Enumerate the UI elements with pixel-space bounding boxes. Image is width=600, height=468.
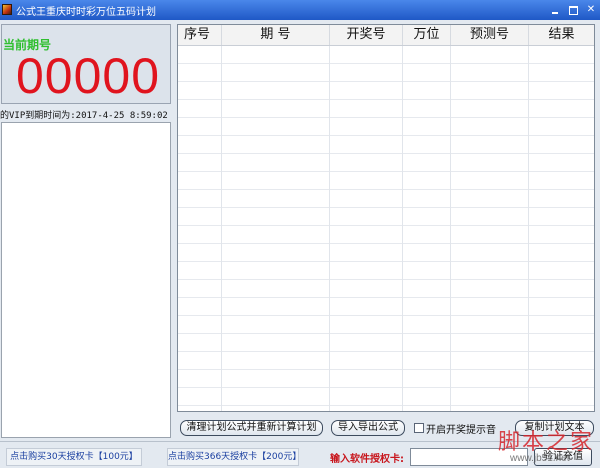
auth-card-label: 输入软件授权卡:: [330, 454, 404, 465]
column-header-draw-number[interactable]: 开奖号: [330, 25, 403, 45]
maximize-icon[interactable]: [566, 3, 580, 16]
table-column: [222, 46, 330, 411]
close-icon[interactable]: ✕: [584, 3, 598, 16]
buy-366-day-card-link[interactable]: 点击购买366天授权卡【200元】: [167, 448, 301, 466]
column-header-index[interactable]: 序号: [178, 25, 222, 45]
buy-30-day-card-link[interactable]: 点击购买30天授权卡【100元】: [6, 448, 142, 466]
current-issue-number: 00000: [16, 48, 161, 104]
current-issue-panel: 当前期号 00000: [1, 24, 171, 104]
draw-sound-checkbox[interactable]: [414, 423, 424, 433]
left-list-panel[interactable]: [1, 122, 171, 438]
draw-sound-label[interactable]: 开启开奖提示音: [426, 421, 496, 436]
column-header-ten-thousands[interactable]: 万位: [403, 25, 451, 45]
auth-card-input[interactable]: [410, 448, 528, 466]
recalculate-plan-button[interactable]: 清理计划公式并重新计算计划: [180, 420, 323, 436]
table-column: [529, 46, 594, 411]
import-export-formula-button[interactable]: 导入导出公式: [331, 420, 405, 436]
window-title: 公式王重庆时时彩万位五码计划: [16, 7, 156, 18]
table-body: [178, 46, 594, 411]
column-header-result[interactable]: 结果: [529, 25, 594, 45]
table-column: [451, 46, 529, 411]
app-icon: [2, 4, 12, 15]
vip-expiry-text: 的VIP到期时间为:2017-4-25 8:59:02: [0, 111, 168, 121]
minimize-icon[interactable]: [548, 3, 562, 16]
copy-plan-text-button[interactable]: 复制计划文本: [515, 420, 594, 436]
title-bar: 公式王重庆时时彩万位五码计划 ✕: [0, 0, 600, 20]
table-column: [330, 46, 403, 411]
footer-divider: [0, 441, 600, 442]
table-column: [178, 46, 222, 411]
column-header-prediction[interactable]: 预测号: [451, 25, 529, 45]
verify-recharge-button[interactable]: 验证充值: [534, 448, 592, 466]
table-header: 序号 期 号 开奖号 万位 预测号 结果: [178, 25, 594, 46]
plan-table[interactable]: 序号 期 号 开奖号 万位 预测号 结果: [177, 24, 595, 412]
column-header-issue[interactable]: 期 号: [222, 25, 330, 45]
app-window: 公式王重庆时时彩万位五码计划 ✕ 当前期号 00000 的VIP到期时间为:20…: [0, 0, 600, 468]
table-column: [403, 46, 451, 411]
